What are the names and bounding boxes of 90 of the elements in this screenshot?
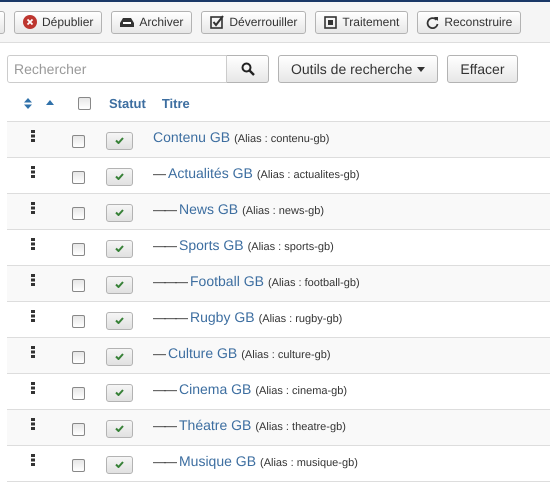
column-header[interactable]: Titre (162, 94, 190, 114)
alias-text: (Alias : cinema-gb) (255, 384, 348, 399)
level-indicator: —— (153, 237, 175, 255)
row-checkbox[interactable] (72, 351, 85, 364)
caret-icon (417, 66, 426, 72)
sort-icon[interactable] (24, 98, 32, 109)
search-field[interactable]: Rechercher (7, 55, 227, 83)
drag-handle-icon[interactable] (31, 382, 35, 394)
row-checkbox[interactable] (72, 315, 85, 328)
category-link[interactable]: Théatre GB (179, 415, 252, 436)
sort-ascending-icon[interactable] (46, 100, 54, 104)
row-checkbox[interactable] (72, 459, 85, 472)
toolbar-button[interactable]: Déverrouiller (201, 10, 306, 34)
category-link[interactable]: Culture GB (168, 343, 238, 364)
status-button[interactable] (106, 240, 133, 258)
drag-handle-icon[interactable] (31, 166, 35, 178)
row-checkbox[interactable] (72, 135, 85, 148)
toolbar-button[interactable]: Traitement (315, 10, 408, 34)
drag-handle-icon[interactable] (31, 130, 35, 142)
checkbox-icon (210, 15, 224, 29)
alias-text: (Alias : culture-gb) (241, 348, 331, 363)
check-icon (115, 209, 124, 216)
check-icon (115, 281, 124, 288)
status-button[interactable] (106, 384, 133, 402)
square-icon (324, 16, 338, 28)
category-link[interactable]: Actualités GB (168, 163, 253, 184)
level-indicator: —— (153, 453, 175, 471)
check-icon (115, 389, 124, 396)
toolbar-button[interactable]: Dépublier (14, 10, 102, 34)
check-icon (115, 353, 124, 360)
alias-text: (Alias : musique-gb) (260, 456, 358, 471)
clear-button[interactable]: Effacer (447, 55, 518, 83)
alias-text: (Alias : football-gb) (268, 276, 360, 291)
drag-handle-icon[interactable] (31, 274, 35, 286)
column-header[interactable]: Statut (109, 94, 146, 114)
row-checkbox[interactable] (72, 243, 85, 256)
check-icon (115, 137, 124, 144)
search-button[interactable] (227, 55, 269, 83)
row-checkbox[interactable] (72, 207, 85, 220)
status-button[interactable] (106, 276, 133, 294)
status-button[interactable] (106, 420, 133, 438)
status-button[interactable] (106, 204, 133, 222)
level-indicator: —— (153, 381, 175, 399)
category-link[interactable]: News GB (179, 199, 238, 220)
status-button[interactable] (106, 456, 133, 474)
refresh-icon (426, 16, 440, 28)
alias-text: (Alias : rugby-gb) (258, 312, 342, 327)
status-button[interactable] (106, 132, 133, 150)
level-indicator: —— (153, 417, 175, 435)
check-icon (115, 173, 124, 180)
select-all-checkbox[interactable] (78, 97, 91, 110)
alias-text: (Alias : actualites-gb) (256, 168, 360, 183)
drag-handle-icon[interactable] (31, 454, 35, 466)
row-checkbox[interactable] (72, 423, 85, 436)
drag-handle-icon[interactable] (31, 202, 35, 214)
level-indicator: —— (153, 201, 175, 219)
check-icon (115, 317, 124, 324)
close-icon (23, 15, 37, 29)
category-link[interactable]: Sports GB (179, 235, 244, 256)
status-button[interactable] (106, 312, 133, 330)
drag-handle-icon[interactable] (31, 418, 35, 430)
level-indicator: ——— (153, 309, 186, 327)
tray-icon (120, 17, 134, 27)
search-icon (240, 62, 254, 76)
toolbar-button[interactable]: Reconstruire (417, 10, 522, 34)
drag-handle-icon[interactable] (31, 310, 35, 322)
search-tools-button[interactable]: Outils de recherche (278, 55, 438, 83)
level-indicator: — (153, 345, 164, 363)
category-link[interactable]: Cinema GB (179, 379, 252, 400)
alias-text: (Alias : contenu-gb) (234, 132, 330, 147)
alias-text: (Alias : news-gb) (242, 204, 324, 219)
level-indicator: — (153, 165, 164, 183)
row-checkbox[interactable] (72, 171, 85, 184)
alias-text: (Alias : theatre-gb) (255, 420, 346, 435)
check-icon (115, 461, 124, 468)
row-checkbox[interactable] (72, 387, 85, 400)
category-link[interactable]: Rugby GB (190, 307, 255, 328)
toolbar-button[interactable]: Archiver (111, 10, 192, 34)
category-link[interactable]: Contenu GB (153, 127, 230, 148)
category-link[interactable]: Football GB (190, 271, 264, 292)
category-link[interactable]: Musique GB (179, 451, 256, 472)
level-indicator: ——— (153, 273, 186, 291)
check-icon (115, 245, 124, 252)
drag-handle-icon[interactable] (31, 238, 35, 250)
status-button[interactable] (106, 168, 133, 186)
status-button[interactable] (106, 348, 133, 366)
check-icon (115, 425, 124, 432)
alias-text: (Alias : sports-gb) (248, 240, 334, 255)
drag-handle-icon[interactable] (31, 346, 35, 358)
row-checkbox[interactable] (72, 279, 85, 292)
